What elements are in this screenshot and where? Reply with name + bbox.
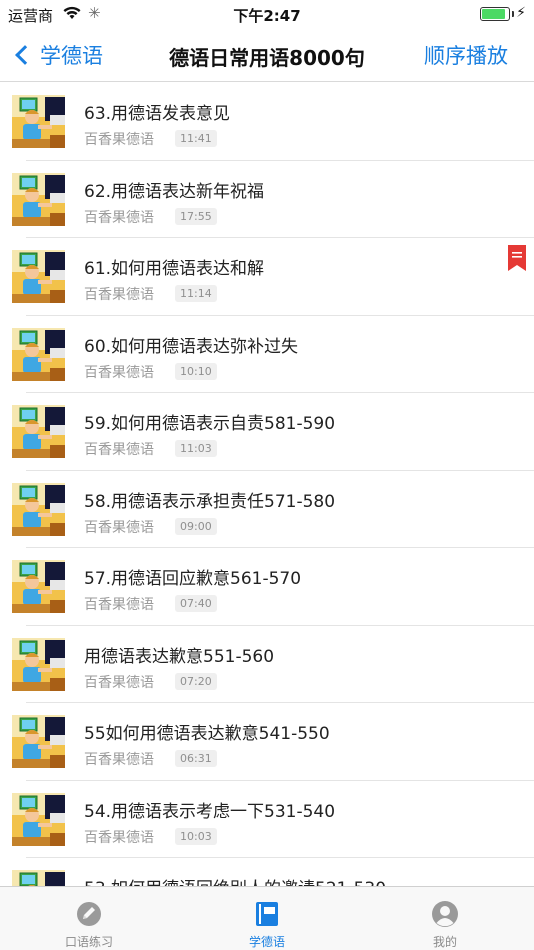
- lesson-source: 百香果德语: [84, 209, 154, 226]
- lesson-duration: 17:55: [175, 207, 217, 225]
- tab-label: 口语练习: [64, 935, 113, 949]
- lesson-source: 百香果德语: [84, 674, 154, 691]
- lesson-title: 60.如何用德语表达弥补过失: [84, 336, 299, 357]
- tab-profile[interactable]: 我的: [356, 887, 534, 950]
- lesson-source: 百香果德语: [84, 364, 154, 381]
- lesson-duration: 06:31: [175, 750, 217, 767]
- tab-speaking-practice[interactable]: 口语练习: [0, 887, 178, 950]
- list-item[interactable]: 54.用德语表示考虑一下531-540 百香果德语 10:03: [12, 781, 534, 858]
- lesson-title: 58.用德语表示承担责任571-580: [84, 491, 336, 512]
- lesson-thumbnail: [12, 637, 65, 691]
- lesson-thumbnail: [12, 250, 65, 303]
- lesson-title: 57.用德语回应歉意561-570: [84, 569, 302, 589]
- lesson-title: 54.用德语表示考虑一下531-540: [84, 801, 336, 822]
- sequential-play-button[interactable]: 顺序播放: [424, 40, 508, 70]
- chevron-left-icon: [15, 45, 35, 65]
- status-bar: 运营商 ✳ 下午2:47 ⚡: [0, 0, 534, 28]
- lesson-title: 用德语表达歉意551-560: [84, 646, 275, 667]
- list-item[interactable]: 用德语表达歉意551-560 百香果德语 07:20: [12, 626, 534, 703]
- navigation-bar: 学德语 德语日常用语8000句 顺序播放: [0, 28, 534, 82]
- list-item[interactable]: 61.如何用德语表达和解 百香果德语 11:14: [12, 238, 534, 316]
- back-button[interactable]: 学德语: [12, 40, 103, 70]
- tab-label: 我的: [432, 935, 457, 949]
- lesson-title: 53.如何用德语回绝别人的邀请521-530: [84, 874, 386, 886]
- battery-level: [482, 9, 505, 19]
- list-item[interactable]: 62.用德语表达新年祝福 百香果德语 17:55: [12, 161, 534, 238]
- pencil-icon: [75, 900, 103, 932]
- charging-icon: ⚡: [516, 5, 526, 21]
- lesson-duration: 09:00: [175, 517, 217, 535]
- tab-label: 学德语: [248, 935, 285, 949]
- lesson-thumbnail: [12, 792, 65, 846]
- lesson-duration: 11:03: [175, 440, 217, 457]
- lesson-title: 59.如何用德语表示自责581-590: [84, 414, 336, 434]
- list-item[interactable]: 59.如何用德语表示自责581-590 百香果德语 11:03: [12, 393, 534, 471]
- lesson-title: 61.如何用德语表达和解: [84, 259, 265, 279]
- lesson-thumbnail: [12, 405, 65, 458]
- list-item[interactable]: 55如何用德语表达歉意541-550 百香果德语 06:31: [12, 703, 534, 781]
- lesson-source: 百香果德语: [84, 597, 154, 613]
- lesson-duration: 11:41: [175, 130, 217, 147]
- lesson-source: 百香果德语: [84, 442, 154, 458]
- list-item[interactable]: 53.如何用德语回绝别人的邀请521-530 百香果德语: [12, 858, 534, 886]
- list-item[interactable]: 60.如何用德语表达弥补过失 百香果德语 10:10: [12, 316, 534, 393]
- lesson-duration: 07:20: [175, 672, 217, 690]
- book-icon: [253, 900, 281, 932]
- lesson-thumbnail: [12, 560, 65, 613]
- person-icon: [431, 900, 459, 932]
- lesson-title: 62.用德语表达新年祝福: [84, 181, 265, 202]
- lesson-thumbnail: [12, 715, 65, 768]
- back-button-label: 学德语: [40, 44, 103, 68]
- lesson-title: 63.用德语发表意见: [84, 104, 231, 124]
- status-time: 下午2:47: [233, 7, 301, 25]
- lesson-thumbnail: [12, 172, 65, 226]
- lesson-duration: 07:40: [175, 595, 217, 612]
- lesson-thumbnail: [12, 327, 65, 381]
- lesson-source: 百香果德语: [84, 287, 154, 303]
- list-item[interactable]: 58.用德语表示承担责任571-580 百香果德语 09:00: [12, 471, 534, 548]
- lesson-source: 百香果德语: [84, 752, 154, 768]
- lesson-duration: 10:03: [175, 827, 217, 845]
- lesson-duration: 10:10: [175, 362, 217, 380]
- list-item[interactable]: 63.用德语发表意见 百香果德语 11:41: [12, 83, 534, 161]
- lesson-thumbnail: [12, 870, 65, 886]
- lesson-thumbnail: [12, 482, 65, 536]
- bookmark-icon[interactable]: [508, 245, 526, 275]
- lesson-source: 百香果德语: [84, 829, 154, 846]
- lesson-source: 百香果德语: [84, 132, 154, 148]
- list-item[interactable]: 57.用德语回应歉意561-570 百香果德语 07:40: [12, 548, 534, 626]
- lesson-list: 63.用德语发表意见 百香果德语 11:41 62.用德语表达新年祝福 百香果德…: [0, 83, 534, 886]
- lesson-title: 55如何用德语表达歉意541-550: [84, 724, 330, 744]
- lesson-thumbnail: [12, 95, 65, 148]
- tab-bar: 口语练习 学德语 我的: [0, 886, 534, 950]
- lesson-source: 百香果德语: [84, 519, 154, 536]
- lesson-duration: 11:14: [175, 285, 217, 302]
- battery-cap: [512, 11, 514, 17]
- battery-icon: [480, 7, 510, 21]
- tab-learn-german[interactable]: 学德语: [178, 887, 356, 950]
